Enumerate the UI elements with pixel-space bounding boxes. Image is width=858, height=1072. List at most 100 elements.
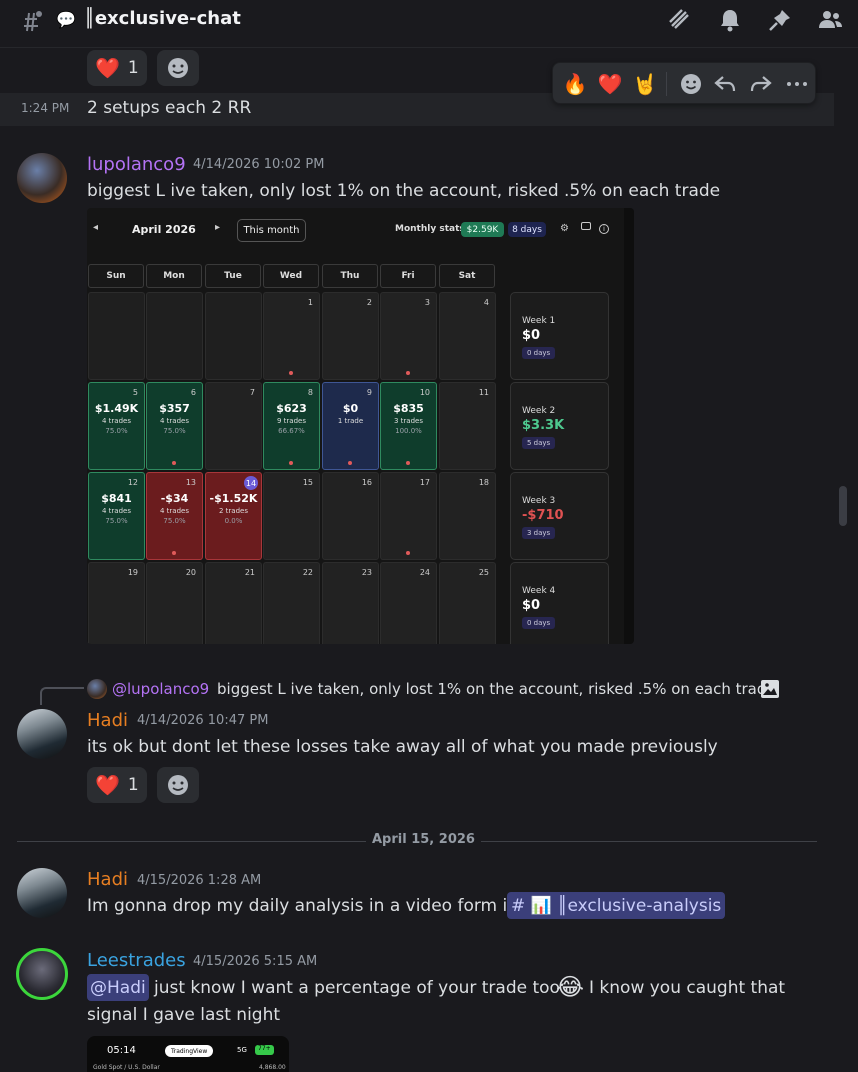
user-mention[interactable]: @Hadi (87, 974, 149, 1001)
day-trades: 4 trades (160, 417, 189, 425)
dot-indicator (289, 371, 294, 375)
this-month-button: This month (237, 219, 306, 242)
day-winrate: 75.0% (163, 517, 186, 525)
app-pill: TradingView (165, 1045, 214, 1057)
calendar-day: 9 $0 1 trade (322, 382, 379, 470)
message-text: biggest L ive taken, only lost 1% on the… (87, 181, 721, 201)
week-days: 3 days (522, 527, 556, 539)
dot-indicator (348, 461, 353, 465)
avatar-lupolanco9[interactable] (17, 153, 67, 203)
calendar-day: 14 -$1.52K 2 trades 0.0% (205, 472, 262, 560)
members-icon[interactable] (816, 6, 844, 34)
calendar-day: 3 (380, 292, 437, 380)
thread-hash-icon (24, 11, 42, 32)
fire-reaction-button[interactable]: 🔥 (561, 70, 589, 98)
reaction-heart[interactable]: ❤️ 1 (87, 767, 147, 803)
week-label: Week 2 (522, 406, 556, 416)
heart-icon: ❤️ (95, 773, 120, 797)
day-header-mon: Mon (146, 264, 202, 288)
day-winrate: 75.0% (163, 427, 186, 435)
dot-indicator (406, 551, 411, 555)
dot-indicator (289, 461, 294, 465)
week-summary: Week 4 $0 0 days (510, 562, 609, 644)
message-text: I know you caught that (589, 978, 786, 998)
scrollbar-thumb[interactable] (839, 486, 847, 526)
avatar-hadi[interactable] (17, 709, 67, 759)
threads-icon[interactable] (666, 6, 694, 34)
calendar-day: 4 (439, 292, 496, 380)
reply-preview-text[interactable]: biggest L ive taken, only lost 1% on the… (217, 680, 776, 698)
week-value: -$710 (522, 508, 564, 523)
week-label: Week 1 (522, 316, 556, 326)
day-number: 4 (483, 298, 489, 307)
day-number: 21 (244, 568, 255, 577)
username[interactable]: Leestrades (87, 950, 186, 971)
toolbar-divider (666, 72, 667, 96)
week-days: 5 days (522, 437, 556, 449)
calendar-day: 11 (439, 382, 496, 470)
gear-icon: ⚙ (560, 223, 569, 234)
calendar-day: 12 $841 4 trades 75.0% (88, 472, 145, 560)
more-icon[interactable] (783, 70, 811, 98)
day-number: 1 (307, 298, 313, 307)
day-amount: $357 (159, 402, 190, 415)
reply-connector (40, 687, 84, 705)
username[interactable]: Hadi (87, 710, 128, 731)
week-days: 0 days (522, 347, 556, 359)
username[interactable]: Hadi (87, 869, 128, 890)
calendar-day: 20 (146, 562, 203, 644)
forward-icon[interactable] (747, 70, 775, 98)
add-reaction-button[interactable] (157, 767, 199, 803)
phone-battery: 77+ (255, 1045, 274, 1055)
day-number: 22 (302, 568, 313, 577)
reply-icon[interactable] (711, 70, 739, 98)
day-trades: 4 trades (102, 417, 131, 425)
avatar-hadi[interactable] (17, 868, 67, 918)
reaction-heart[interactable]: ❤️ 1 (87, 50, 147, 86)
week-value: $3.3K (522, 418, 565, 433)
bell-icon[interactable] (716, 6, 744, 34)
day-amount: $623 (276, 402, 307, 415)
reply-username[interactable]: @lupolanco9 (112, 680, 209, 698)
phone-screenshot-attachment[interactable]: 05:14 TradingView 5G 77+ Gold Spot / U.S… (87, 1036, 289, 1072)
dot-indicator (172, 461, 177, 465)
calendar-image-attachment[interactable]: ◂ April 2026 ▸ This month Monthly stats:… (87, 208, 634, 644)
username[interactable]: lupolanco9 (87, 154, 186, 175)
day-number: 8 (307, 388, 313, 397)
day-header-fri: Fri (380, 264, 436, 288)
calendar-day: 13 -$34 4 trades 75.0% (146, 472, 203, 560)
reaction-count: 1 (127, 58, 139, 78)
heart-reaction-button[interactable]: ❤️ (596, 70, 624, 98)
day-amount: $0 (342, 402, 359, 415)
calendar-day: 5 $1.49K 4 trades 75.0% (88, 382, 145, 470)
day-number: 20 (185, 568, 196, 577)
message-text: Im gonna drop my daily analysis in a vid… (87, 896, 519, 916)
day-number: 5 (132, 388, 138, 397)
week-summary: Week 1 $0 0 days (510, 292, 609, 380)
channel-mention[interactable]: # 📊 ║exclusive-analysis (507, 892, 726, 919)
calendar-month: April 2026 (132, 223, 196, 236)
day-number: 7 (249, 388, 255, 397)
pin-icon[interactable] (766, 6, 794, 34)
add-reaction-button[interactable] (157, 50, 199, 86)
day-trades: 9 trades (277, 417, 306, 425)
phone-time: 05:14 (107, 1045, 136, 1056)
day-winrate: 66.67% (278, 427, 305, 435)
rock-reaction-button[interactable]: 🤘 (631, 70, 659, 98)
add-reaction-icon[interactable] (677, 70, 705, 98)
image-icon (761, 680, 779, 698)
calendar-day: 1 (263, 292, 320, 380)
calendar-cell-empty (146, 292, 203, 380)
day-number: 11 (478, 388, 489, 397)
monthly-stats-label: Monthly stats: (395, 224, 469, 234)
day-number: 25 (478, 568, 489, 577)
day-amount: $1.49K (94, 402, 139, 415)
day-amount: $841 (101, 492, 132, 505)
avatar-leestrades[interactable] (16, 948, 68, 1000)
week-value: $0 (522, 598, 541, 613)
day-number: 24 (419, 568, 430, 577)
week-summary: Week 3 -$710 3 days (510, 472, 609, 560)
monthly-days: 8 days (508, 222, 546, 237)
day-number: 10 (419, 388, 430, 397)
calendar-day: 19 (88, 562, 145, 644)
